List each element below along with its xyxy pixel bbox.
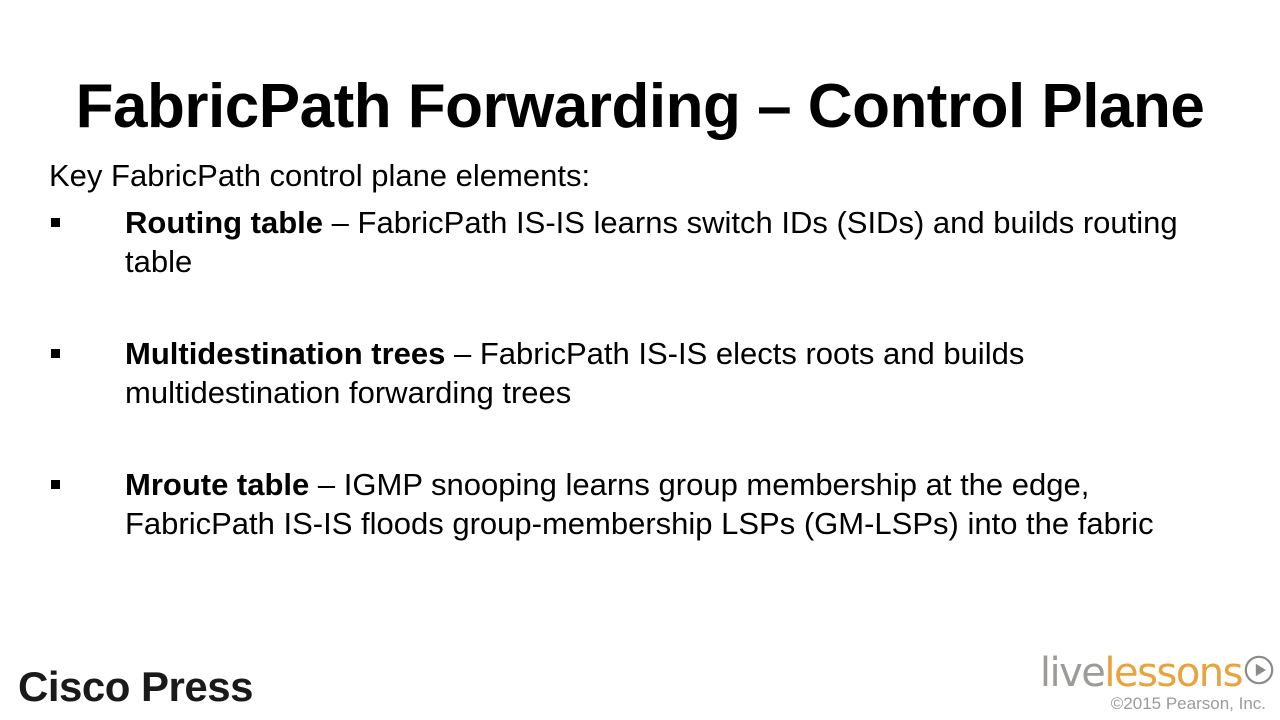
list-item-text: Mroute table – IGMP snooping learns grou… (125, 465, 1209, 543)
list-item-dash: – (309, 467, 344, 502)
slide: FabricPath Forwarding – Control Plane Ke… (0, 0, 1280, 720)
square-bullet-icon (51, 480, 60, 489)
list-item: Routing table – FabricPath IS-IS learns … (49, 203, 1209, 281)
play-circle-icon (1244, 651, 1274, 693)
livelessons-live-text: live (1039, 650, 1106, 696)
list-item-term: Multidestination trees (125, 336, 446, 371)
livelessons-logo: livelessons ©2015 Pearson, Inc. (1040, 652, 1274, 714)
list-item-term: Mroute table (125, 467, 310, 502)
list-item-term: Routing table (125, 205, 324, 240)
list-item-text: Multidestination trees – FabricPath IS-I… (125, 334, 1209, 412)
list-item-text: Routing table – FabricPath IS-IS learns … (125, 203, 1209, 281)
page-title: FabricPath Forwarding – Control Plane (75, 71, 1205, 141)
slide-body: Key FabricPath control plane elements: R… (49, 156, 1209, 543)
square-bullet-icon (51, 349, 60, 358)
livelessons-wordmark: livelessons (1040, 652, 1274, 696)
copyright-text: ©2015 Pearson, Inc. (1110, 694, 1266, 713)
intro-text: Key FabricPath control plane elements: (49, 158, 591, 193)
square-bullet-icon (51, 218, 60, 227)
list-item: Multidestination trees – FabricPath IS-I… (49, 334, 1209, 412)
cisco-press-logo: Cisco Press (18, 663, 253, 710)
bullet-list: Routing table – FabricPath IS-IS learns … (49, 203, 1209, 543)
list-item: Mroute table – IGMP snooping learns grou… (49, 465, 1209, 543)
list-item-dash: – (445, 336, 480, 371)
livelessons-lessons-text: lessons (1104, 650, 1243, 696)
list-item-dash: – (323, 205, 358, 240)
